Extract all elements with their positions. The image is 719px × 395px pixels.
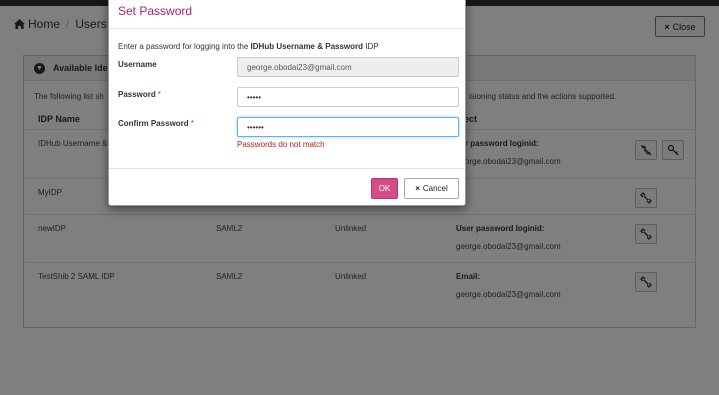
password-label-text: Password — [118, 90, 156, 99]
required-mark: * — [157, 90, 161, 99]
required-mark: * — [190, 119, 194, 128]
username-label-text: Username — [118, 60, 157, 69]
confirm-password-field[interactable] — [237, 117, 459, 137]
confirm-password-label-text: Confirm Password — [118, 119, 189, 128]
dialog-intro: Enter a password for logging into the ID… — [118, 42, 379, 51]
dialog-header-divider — [109, 28, 465, 29]
intro-suffix: IDP — [365, 42, 379, 51]
username-label: Username — [118, 60, 157, 69]
password-mismatch-error: Passwords do not match — [237, 140, 325, 149]
ok-button[interactable]: OK — [371, 178, 398, 199]
cancel-button-label: Cancel — [422, 184, 448, 193]
confirm-password-label: Confirm Password * — [118, 119, 194, 128]
intro-prefix: Enter a password for logging into the — [118, 42, 249, 51]
username-field[interactable] — [237, 57, 459, 77]
dialog-footer-divider — [109, 168, 465, 169]
cancel-button[interactable]: × Cancel — [404, 178, 459, 199]
close-icon: × — [415, 184, 420, 193]
password-label: Password * — [118, 90, 161, 99]
password-field[interactable] — [237, 87, 459, 107]
dialog-title: Set Password — [118, 4, 193, 18]
set-password-dialog: Set Password Enter a password for loggin… — [108, 0, 466, 206]
intro-idp-name: IDHub Username & Password — [250, 42, 364, 51]
